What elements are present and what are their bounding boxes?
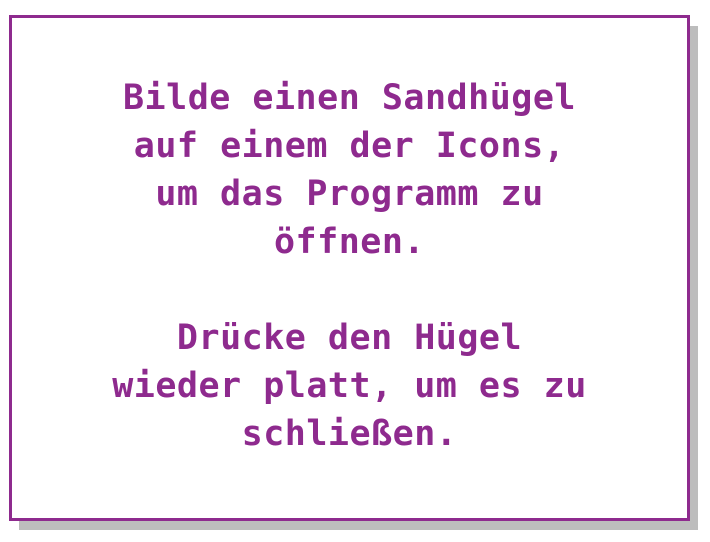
instruction-open: Bilde einen Sandhügel auf einem der Icon… xyxy=(122,78,576,262)
screen: Bilde einen Sandhügel auf einem der Icon… xyxy=(0,0,710,542)
instruction-dialog: Bilde einen Sandhügel auf einem der Icon… xyxy=(9,15,690,521)
instruction-message: Bilde einen Sandhügel auf einem der Icon… xyxy=(12,74,687,458)
instruction-close: Drücke den Hügel wieder platt, um es zu … xyxy=(112,318,587,454)
